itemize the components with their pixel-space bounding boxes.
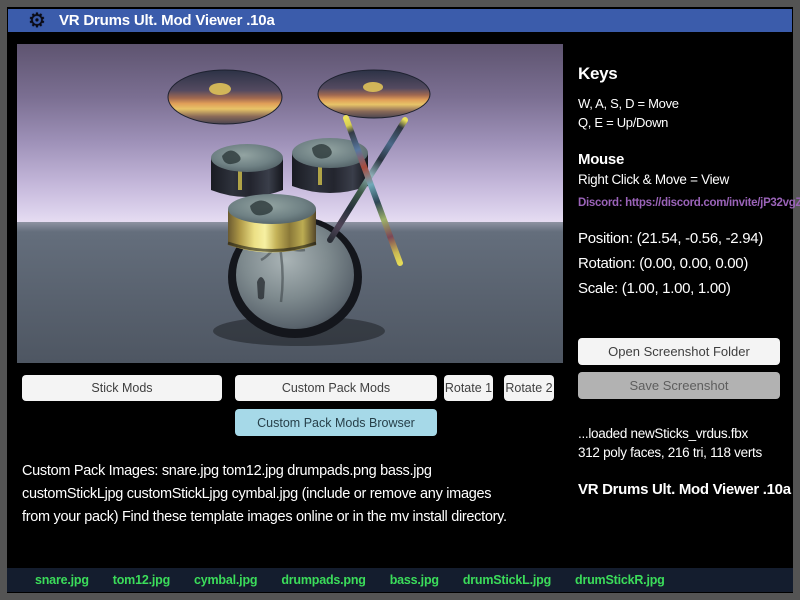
open-screenshot-folder-button[interactable]: Open Screenshot Folder [578,338,780,365]
scale-readout: Scale: (1.00, 1.00, 1.00) [578,280,731,297]
custom-pack-instructions: Custom Pack Images: snare.jpg tom12.jpg … [22,460,567,529]
instructions-line-3: from your pack) Find these template imag… [22,506,567,529]
instructions-line-1: Custom Pack Images: snare.jpg tom12.jpg … [22,460,567,483]
instructions-line-2: customStickLjpg customStickLjpg cymbal.j… [22,483,567,506]
gear-icon: ⚙ [28,11,46,31]
custom-pack-mods-button[interactable]: Custom Pack Mods [235,375,437,401]
loaded-model-status: ...loaded newSticks_vrdus.fbx [578,426,748,441]
file-item-snare: snare.jpg [35,573,89,587]
rotate-1-button[interactable]: Rotate 1 [444,375,493,401]
file-item-drumpads: drumpads.png [281,573,365,587]
loaded-images-bar: snare.jpg tom12.jpg cymbal.jpg drumpads.… [7,568,793,592]
app-window: ⚙ VR Drums Ult. Mod Viewer .10a [0,0,800,600]
rotation-readout: Rotation: (0.00, 0.00, 0.00) [578,255,748,272]
mesh-stats: 312 poly faces, 216 tri, 118 verts [578,445,762,460]
file-item-drumstickl: drumStickL.jpg [463,573,551,587]
stick-mods-button[interactable]: Stick Mods [22,375,222,401]
keys-heading: Keys [578,64,617,84]
mouse-heading: Mouse [578,151,624,168]
keys-line-updown: Q, E = Up/Down [578,115,668,130]
save-screenshot-button[interactable]: Save Screenshot [578,372,780,399]
file-item-cymbal: cymbal.jpg [194,573,257,587]
keys-line-move: W, A, S, D = Move [578,96,679,111]
position-readout: Position: (21.54, -0.56, -2.94) [578,230,763,247]
mouse-line-view: Right Click & Move = View [578,172,729,187]
viewport-3d[interactable] [17,44,563,363]
file-item-tom12: tom12.jpg [113,573,170,587]
file-item-drumstickr: drumStickR.jpg [575,573,665,587]
app-version-label: VR Drums Ult. Mod Viewer .10a [578,481,791,498]
custom-pack-mods-browser-button[interactable]: Custom Pack Mods Browser [235,409,437,436]
discord-link[interactable]: Discord: https://discord.com/invite/jP32… [578,197,800,209]
window-title: VR Drums Ult. Mod Viewer .10a [59,12,275,29]
drum-kit-render [17,44,563,363]
title-bar: ⚙ VR Drums Ult. Mod Viewer .10a [8,9,792,32]
rotate-2-button[interactable]: Rotate 2 [504,375,554,401]
file-item-bass: bass.jpg [390,573,439,587]
